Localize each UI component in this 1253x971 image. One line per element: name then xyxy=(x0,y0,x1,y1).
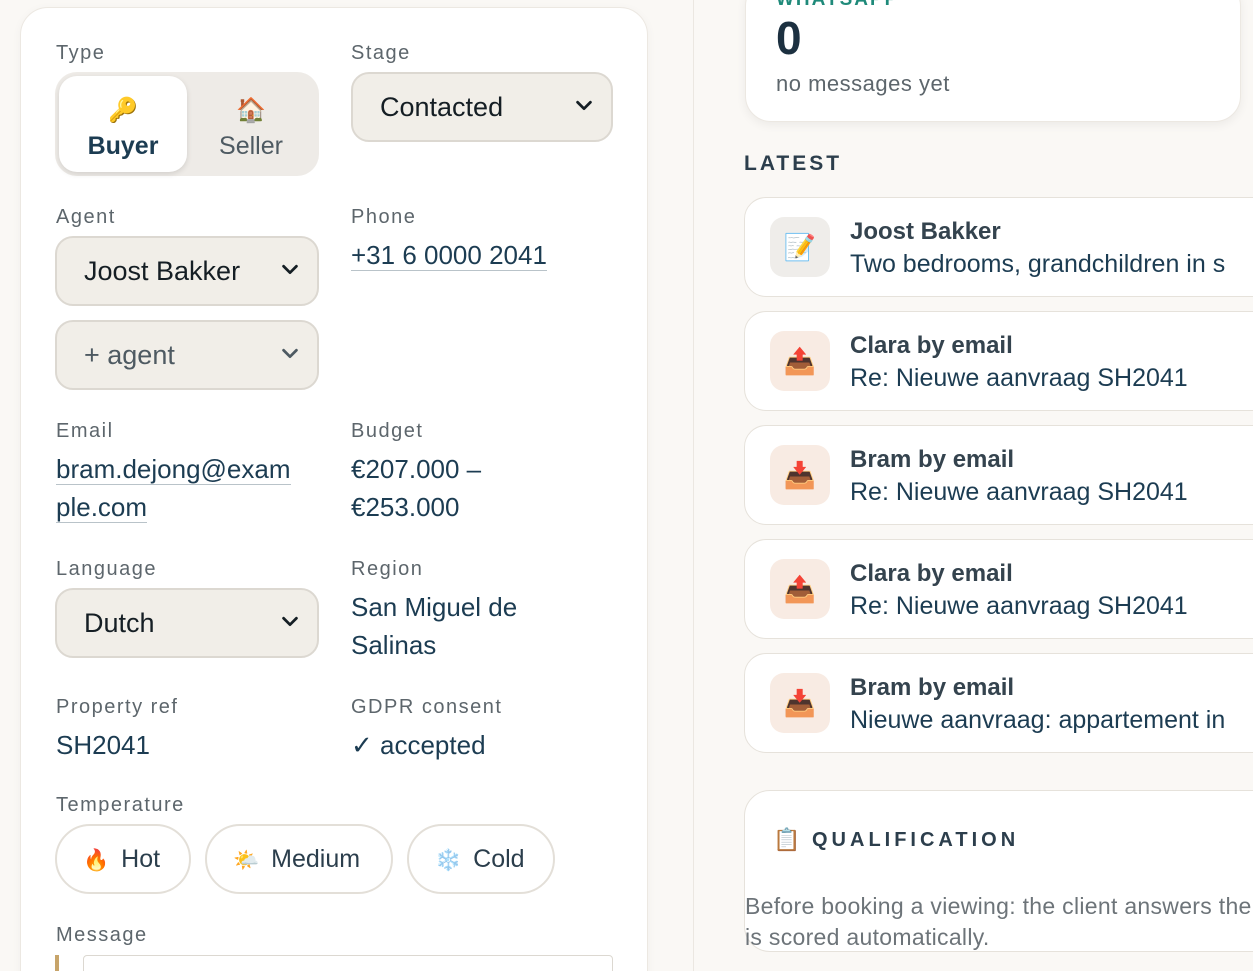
agent-label: Agent xyxy=(56,206,116,228)
email-link[interactable]: bram.dejong@exam ple.com xyxy=(56,450,291,526)
snowflake-icon: ❄️ xyxy=(435,849,462,872)
activity-item[interactable]: 📤 Clara by email Re: Nieuwe aanvraag SH2… xyxy=(744,311,1253,411)
language-select-value: Dutch xyxy=(84,608,155,638)
whatsapp-subtitle: no messages yet xyxy=(776,71,950,96)
qualification-title: QUALIFICATION xyxy=(812,829,1020,851)
temperature-label: Temperature xyxy=(56,794,185,816)
latest-heading: LATEST xyxy=(744,152,843,175)
temperature-medium-label: Medium xyxy=(271,845,361,873)
budget-value-line1: €207.000 – xyxy=(351,454,482,484)
activity-subtitle: Re: Nieuwe aanvraag SH2041 xyxy=(850,364,1188,392)
activity-subtitle: Two bedrooms, grandchildren in s xyxy=(850,250,1226,278)
agent-select-value: Joost Bakker xyxy=(84,256,241,286)
language-select[interactable]: Dutch xyxy=(55,588,319,658)
type-buyer-label: Buyer xyxy=(87,132,159,160)
activity-title: Clara by email xyxy=(850,560,1013,587)
house-icon: 🏠 xyxy=(236,97,266,124)
stage-select[interactable]: Contacted xyxy=(351,72,613,142)
budget-label: Budget xyxy=(351,420,424,442)
type-seller-button[interactable]: 🏠 Seller xyxy=(187,76,315,172)
agent-select[interactable]: Joost Bakker xyxy=(55,236,319,306)
budget-value-line2: €253.000 xyxy=(351,492,460,522)
add-agent-select[interactable]: + agent xyxy=(55,320,319,390)
activity-subtitle: Re: Nieuwe aanvraag SH2041 xyxy=(850,592,1188,620)
activity-title: Clara by email xyxy=(850,332,1013,359)
qualification-text: Before booking a viewing: the client ans… xyxy=(745,893,1253,950)
type-seller-label: Seller xyxy=(219,132,283,160)
email-label: Email xyxy=(56,420,114,442)
temperature-hot-button[interactable]: 🔥 Hot xyxy=(55,824,191,894)
chevron-down-icon xyxy=(282,264,298,275)
budget-value: €207.000 – €253.000 xyxy=(351,450,481,526)
type-buyer-button[interactable]: 🔑 Buyer xyxy=(59,76,187,172)
memo-icon: 📝 xyxy=(770,217,830,277)
type-segmented-control: 🔑 Buyer 🏠 Seller xyxy=(55,72,319,176)
chevron-down-icon xyxy=(282,616,298,627)
temperature-medium-button[interactable]: 🌤️ Medium xyxy=(205,824,393,894)
message-accent-bar xyxy=(55,955,59,971)
whatsapp-title: WHATSAPP xyxy=(776,0,899,11)
activity-title: Joost Bakker xyxy=(850,218,1001,245)
activity-item[interactable]: 📥 Bram by email Re: Nieuwe aanvraag SH20… xyxy=(744,425,1253,525)
whatsapp-count: 0 xyxy=(776,12,802,64)
outbox-icon: 📤 xyxy=(770,559,830,619)
clipboard-icon: 📋 xyxy=(773,827,801,852)
phone-value[interactable]: +31 6 0000 2041 xyxy=(351,240,547,271)
property-ref-value: SH2041 xyxy=(56,730,150,760)
outbox-icon: 📤 xyxy=(770,331,830,391)
temperature-cold-label: Cold xyxy=(473,845,525,873)
fire-icon: 🔥 xyxy=(83,849,110,872)
activity-subtitle: Re: Nieuwe aanvraag SH2041 xyxy=(850,478,1188,506)
stage-label: Stage xyxy=(351,42,411,64)
property-ref-label: Property ref xyxy=(56,696,179,718)
activity-title: Bram by email xyxy=(850,674,1015,701)
activity-title: Bram by email xyxy=(850,446,1015,473)
message-textarea[interactable] xyxy=(83,955,613,971)
phone-link[interactable]: +31 6 0000 2041 xyxy=(351,236,547,274)
qualification-card: 📋 QUALIFICATION Before booking a viewing… xyxy=(744,790,1253,952)
message-label: Message xyxy=(56,924,148,946)
inbox-icon: 📥 xyxy=(770,673,830,733)
language-label: Language xyxy=(56,558,157,580)
type-label: Type xyxy=(56,42,106,64)
temperature-cold-button[interactable]: ❄️ Cold xyxy=(407,824,555,894)
activity-subtitle: Nieuwe aanvraag: appartement in xyxy=(850,706,1226,734)
region-value: San Miguel de Salinas xyxy=(351,588,517,664)
region-label: Region xyxy=(351,558,424,580)
activity-item[interactable]: 📝 Joost Bakker Two bedrooms, grandchildr… xyxy=(744,197,1253,297)
chevron-down-icon xyxy=(282,348,298,359)
add-agent-value: + agent xyxy=(84,340,175,370)
phone-label: Phone xyxy=(351,206,417,228)
temperature-hot-label: Hot xyxy=(121,845,161,873)
key-icon: 🔑 xyxy=(108,97,138,124)
lead-detail-page: Type 🔑 Buyer 🏠 Seller Stage Contacted Ag… xyxy=(0,0,1253,971)
inbox-icon: 📥 xyxy=(770,445,830,505)
gdpr-value: ✓ accepted xyxy=(351,730,486,760)
sun-cloud-icon: 🌤️ xyxy=(233,849,260,872)
activity-item[interactable]: 📥 Bram by email Nieuwe aanvraag: apparte… xyxy=(744,653,1253,753)
region-value-line1: San Miguel de xyxy=(351,592,518,622)
stage-select-value: Contacted xyxy=(380,92,504,122)
whatsapp-card: WHATSAPP 0 no messages yet xyxy=(745,0,1241,122)
region-value-line2: Salinas xyxy=(351,630,437,660)
gdpr-label: GDPR consent xyxy=(351,696,503,718)
email-value-line2[interactable]: ple.com xyxy=(56,492,148,523)
column-divider xyxy=(693,0,694,971)
activity-item[interactable]: 📤 Clara by email Re: Nieuwe aanvraag SH2… xyxy=(744,539,1253,639)
email-value-line1[interactable]: bram.dejong@exam xyxy=(56,454,291,485)
chevron-down-icon xyxy=(576,100,592,111)
